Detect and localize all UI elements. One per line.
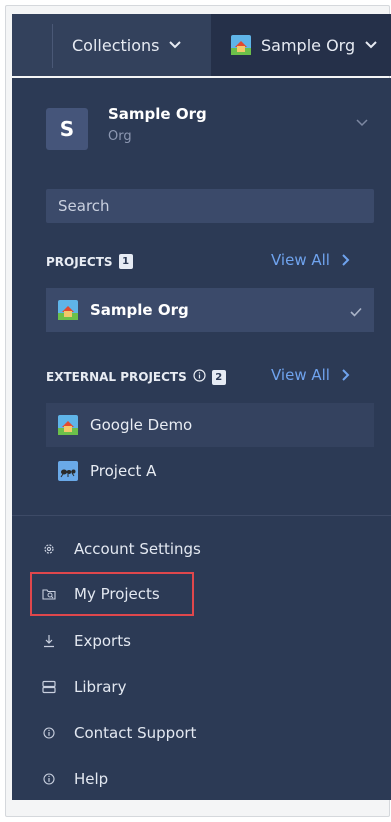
- org-dropdown[interactable]: Sample Org: [211, 14, 391, 76]
- chevron-down-icon: [169, 41, 182, 49]
- menu-item-label: Contact Support: [74, 724, 197, 742]
- menu-item-label: Exports: [74, 632, 131, 650]
- gear-icon: [42, 542, 56, 556]
- chevron-right-icon: [342, 254, 350, 266]
- top-bar: Collections Sample Org: [12, 14, 391, 76]
- menu-item-contact-support[interactable]: Contact Support: [42, 716, 196, 750]
- collections-dropdown[interactable]: Collections: [72, 14, 182, 76]
- chevron-right-icon: [342, 369, 350, 381]
- menu-divider: [12, 515, 391, 516]
- download-icon: [42, 634, 56, 648]
- house-image-icon: [231, 35, 251, 55]
- external-projects-section-label: EXTERNAL PROJECTS 2: [46, 369, 226, 385]
- menu-item-label: Help: [74, 770, 109, 788]
- info-icon[interactable]: [193, 369, 206, 385]
- search-input[interactable]: [46, 189, 374, 223]
- avatar: S: [46, 108, 88, 150]
- check-icon: [350, 302, 362, 321]
- external-projects-view-all-label: View All: [271, 366, 330, 384]
- org-dropdown-panel: S Sample Org Org PROJECTS 1 View All Sam…: [12, 78, 391, 800]
- projects-count-badge: 1: [118, 254, 133, 269]
- project-name: Project A: [90, 462, 157, 480]
- org-dropdown-label: Sample Org: [261, 35, 356, 55]
- menu-item-help[interactable]: Help: [42, 762, 108, 796]
- menu-item-label: Library: [74, 678, 127, 696]
- external-projects-heading: EXTERNAL PROJECTS: [46, 370, 187, 384]
- external-projects-count-badge: 2: [211, 369, 226, 385]
- projects-heading: PROJECTS: [46, 254, 113, 269]
- project-item-google-demo[interactable]: Google Demo: [46, 403, 374, 447]
- house-image-icon: [58, 300, 78, 320]
- menu-item-library[interactable]: Library: [42, 670, 126, 704]
- project-name: Google Demo: [90, 416, 193, 434]
- org-switcher[interactable]: S Sample Org Org: [12, 78, 391, 180]
- org-name: Sample Org: [108, 105, 207, 123]
- chevron-down-icon: [365, 41, 377, 49]
- ant-image-icon: [58, 461, 78, 481]
- projects-view-all-label: View All: [271, 251, 330, 269]
- library-icon: [42, 680, 56, 694]
- chevron-down-icon: [356, 112, 368, 131]
- house-image-icon: [58, 415, 78, 435]
- info-icon: [42, 772, 56, 786]
- topbar-divider: [52, 24, 53, 68]
- projects-section-label: PROJECTS 1: [46, 254, 133, 269]
- projects-view-all-link[interactable]: View All: [271, 251, 350, 269]
- project-item-project-a[interactable]: Project A: [46, 449, 374, 493]
- collections-label: Collections: [72, 35, 160, 55]
- external-projects-view-all-link[interactable]: View All: [271, 366, 350, 384]
- menu-item-label: Account Settings: [74, 540, 201, 558]
- highlight-box: [30, 572, 194, 616]
- project-name: Sample Org: [90, 301, 189, 319]
- info-icon: [42, 726, 56, 740]
- menu-item-account-settings[interactable]: Account Settings: [42, 532, 201, 566]
- menu-item-exports[interactable]: Exports: [42, 624, 131, 658]
- project-item-sample-org[interactable]: Sample Org: [46, 288, 374, 332]
- org-type: Org: [108, 129, 132, 144]
